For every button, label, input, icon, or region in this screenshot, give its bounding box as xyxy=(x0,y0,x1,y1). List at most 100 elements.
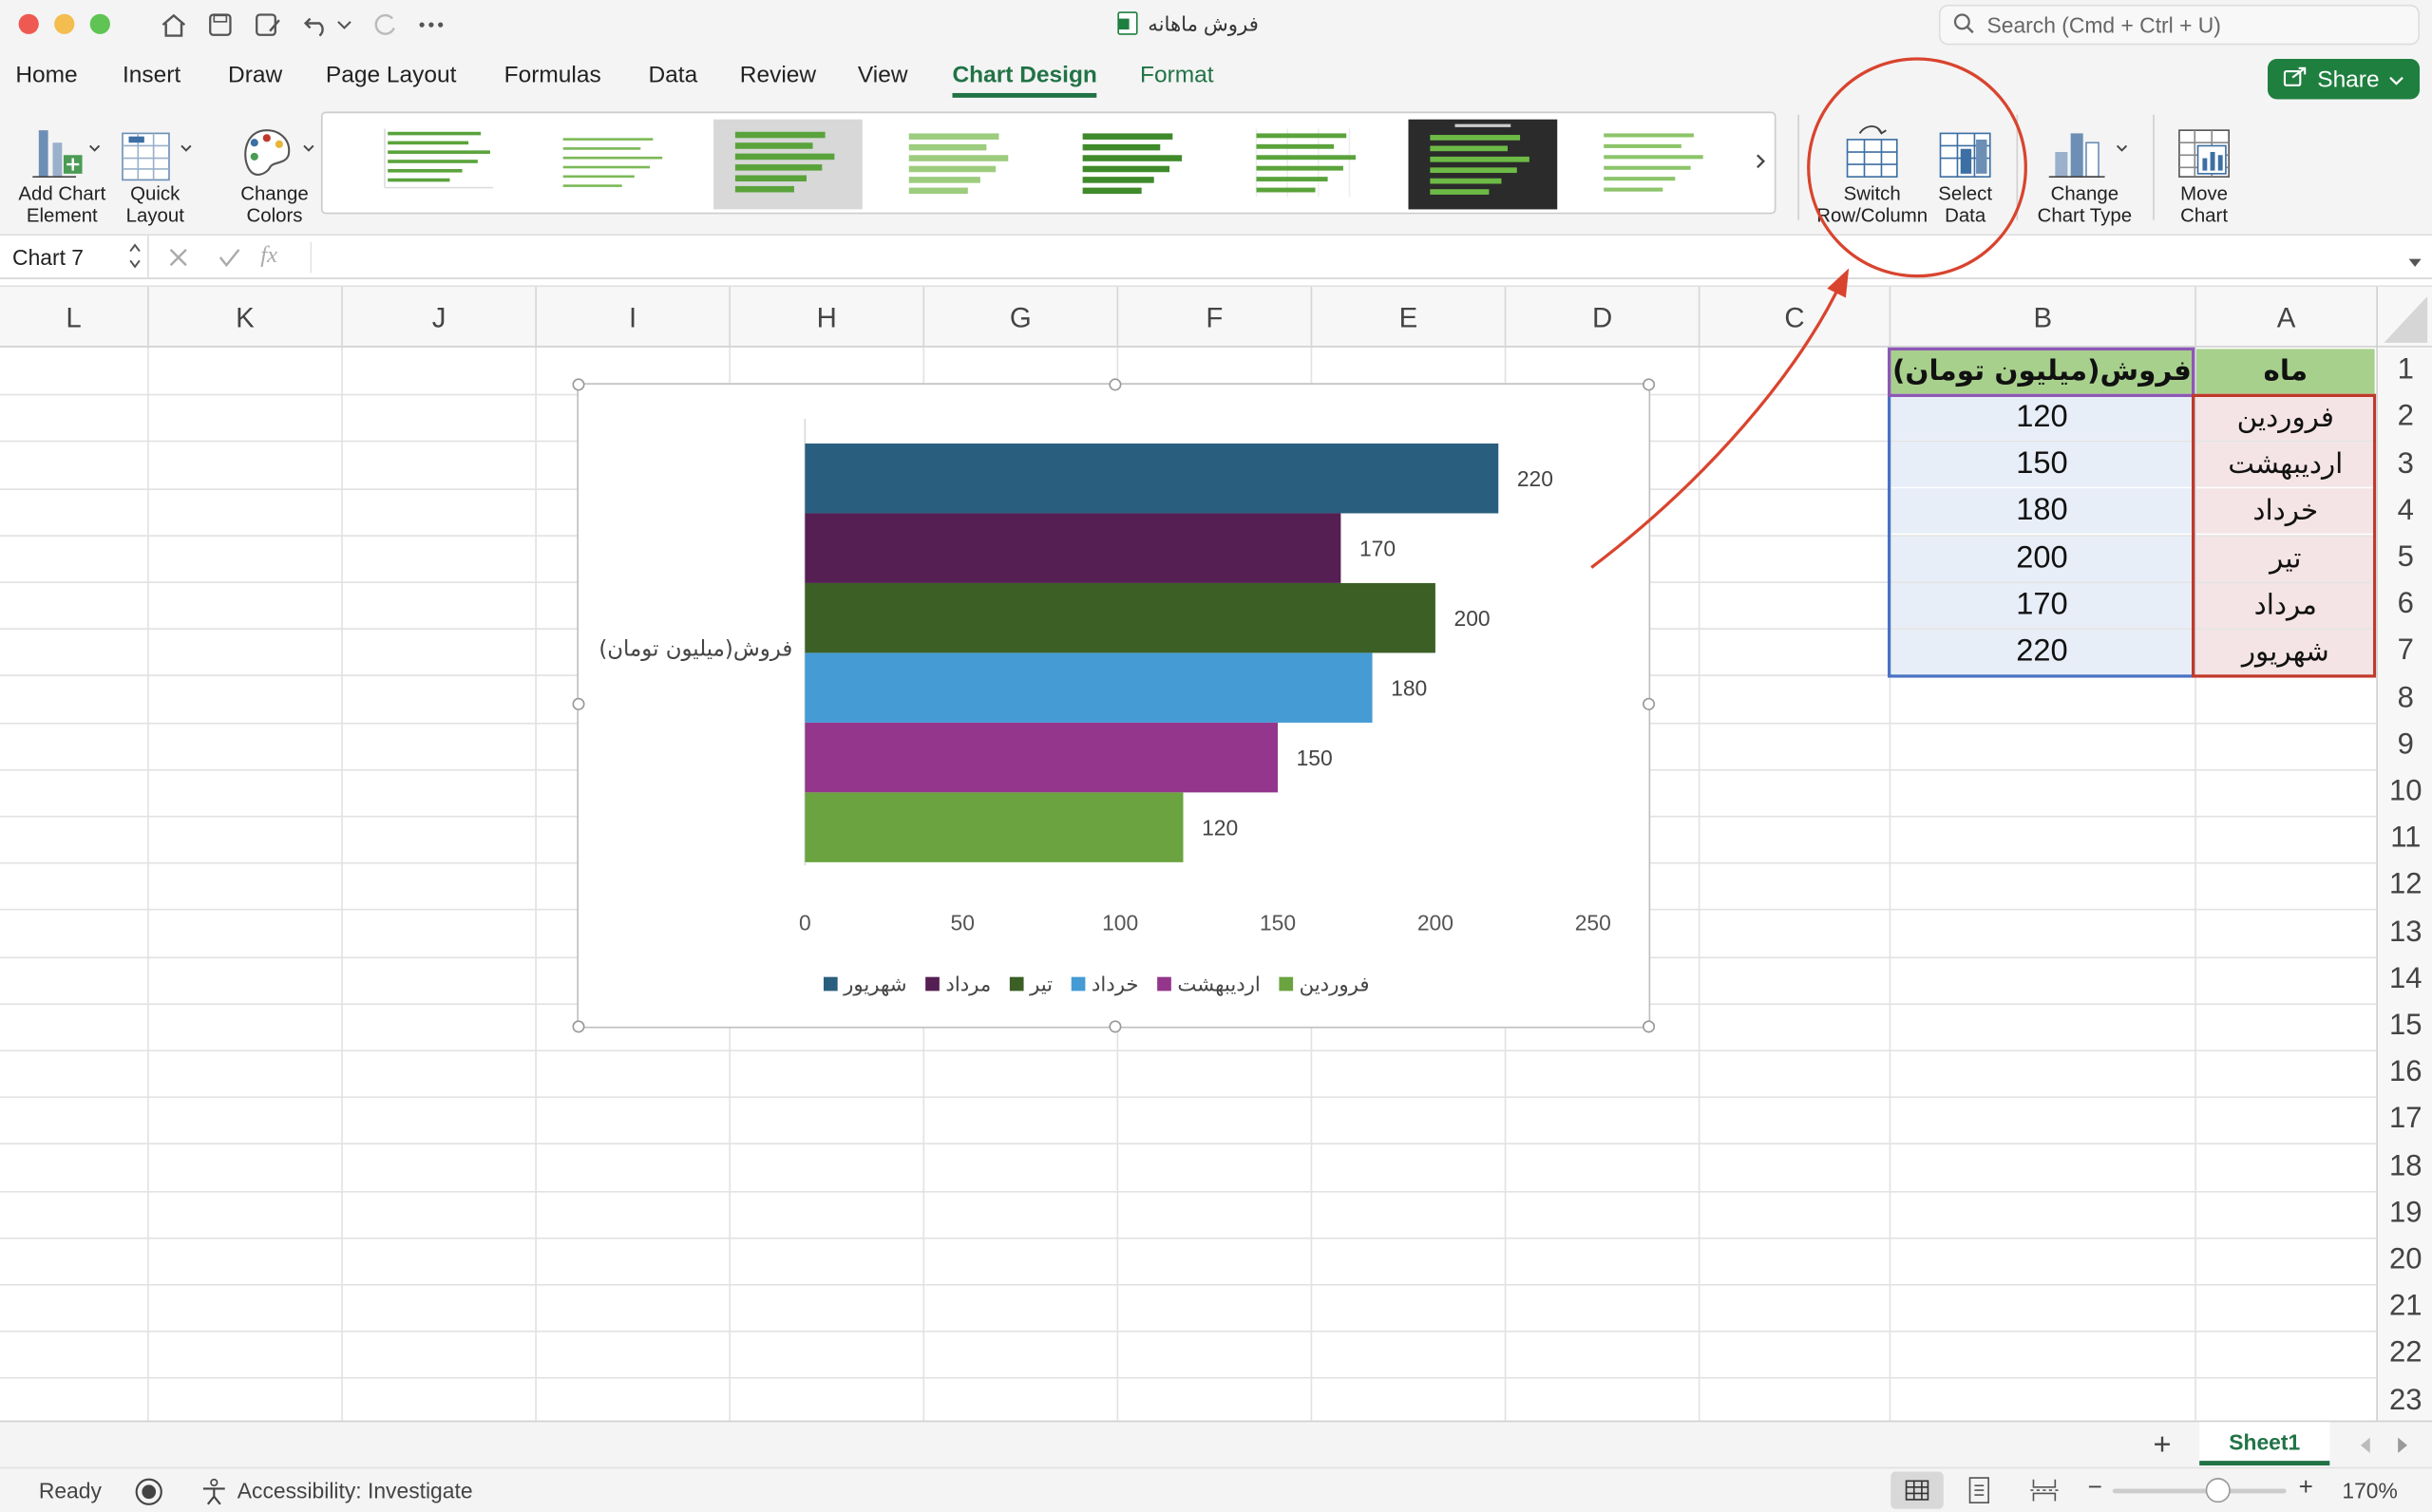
chart-style-2[interactable] xyxy=(541,119,691,210)
zoom-in-button[interactable]: + xyxy=(2299,1475,2313,1503)
bar-تیر[interactable] xyxy=(805,582,1435,653)
search-input[interactable]: Search (Cmd + Ctrl + U) xyxy=(1938,4,2421,46)
cell-b7[interactable]: 220 xyxy=(1890,629,2194,675)
legend-entry[interactable]: خرداد xyxy=(1092,973,1139,996)
macro-record-icon[interactable] xyxy=(133,1476,164,1512)
row-header-6[interactable]: 6 xyxy=(2378,581,2432,628)
chart-style-3[interactable] xyxy=(713,119,863,210)
row-header-9[interactable]: 9 xyxy=(2378,722,2432,768)
row-header-23[interactable]: 23 xyxy=(2378,1378,2432,1425)
column-header-l[interactable]: L xyxy=(0,287,147,349)
cell-b2[interactable]: 120 xyxy=(1890,395,2194,441)
column-header-g[interactable]: G xyxy=(922,287,1116,350)
accessibility-status[interactable]: Accessibility: Investigate xyxy=(238,1478,473,1503)
legend-entry[interactable]: اردیبهشت xyxy=(1177,973,1260,996)
row-header-21[interactable]: 21 xyxy=(2378,1284,2432,1331)
tab-draw[interactable]: Draw xyxy=(228,62,282,88)
change-chart-type-button[interactable]: Change Chart Type xyxy=(2025,115,2143,226)
undo-dropdown-icon[interactable] xyxy=(335,10,354,38)
accessibility-icon[interactable] xyxy=(199,1476,230,1512)
add-sheet-button[interactable]: + xyxy=(2140,1427,2184,1464)
column-header-j[interactable]: J xyxy=(341,287,535,350)
change-colors-button[interactable]: Change Colors xyxy=(226,115,322,226)
row-header-13[interactable]: 13 xyxy=(2378,909,2432,955)
column-header-e[interactable]: E xyxy=(1310,287,1505,350)
gallery-next-icon[interactable] xyxy=(1753,150,1768,180)
scroll-sheets-left-icon[interactable] xyxy=(2358,1434,2373,1462)
more-icon[interactable] xyxy=(416,10,447,38)
share-button[interactable]: Share xyxy=(2268,59,2421,100)
row-header-12[interactable]: 12 xyxy=(2378,862,2432,909)
row-header-1[interactable]: 1 xyxy=(2378,348,2432,394)
insert-function-button[interactable]: fx xyxy=(260,243,277,270)
bar-chart[interactable]: 220 170 200 180 150 120 0 50 100 150 200 250 شهریو… xyxy=(572,378,1656,1033)
tab-insert[interactable]: Insert xyxy=(123,62,180,88)
column-header-c[interactable]: C xyxy=(1698,287,1890,350)
page-layout-view-icon[interactable] xyxy=(1966,1476,1991,1508)
formula-input[interactable] xyxy=(310,241,2389,274)
cell-a5[interactable]: تیر xyxy=(2195,536,2375,582)
cell-b4[interactable]: 180 xyxy=(1890,488,2194,534)
chart-style-7[interactable] xyxy=(1408,119,1558,210)
row-header-3[interactable]: 3 xyxy=(2378,441,2432,487)
row-header-22[interactable]: 22 xyxy=(2378,1331,2432,1377)
close-window-button[interactable] xyxy=(18,13,39,34)
column-header-k[interactable]: K xyxy=(147,287,341,350)
cell-a3[interactable]: اردیبهشت xyxy=(2195,442,2375,487)
bar-فروردین[interactable] xyxy=(805,792,1184,862)
tab-chart-design[interactable]: Chart Design xyxy=(952,62,1097,98)
bar-مرداد[interactable] xyxy=(805,513,1341,583)
save-as-icon[interactable] xyxy=(253,10,284,38)
column-header-h[interactable]: H xyxy=(729,287,922,350)
zoom-out-button[interactable]: − xyxy=(2088,1475,2102,1503)
zoom-level[interactable]: 170% xyxy=(2342,1478,2397,1503)
column-header-a[interactable]: A xyxy=(2194,287,2376,350)
cell-a4[interactable]: خرداد xyxy=(2195,488,2375,534)
cell-b5[interactable]: 200 xyxy=(1890,536,2194,582)
row-header-11[interactable]: 11 xyxy=(2378,816,2432,862)
row-header-15[interactable]: 15 xyxy=(2378,1003,2432,1049)
normal-view-button[interactable] xyxy=(1890,1471,1944,1509)
tab-page-layout[interactable]: Page Layout xyxy=(326,62,457,88)
legend-entry[interactable]: تیر xyxy=(1029,973,1053,996)
tab-format[interactable]: Format xyxy=(1140,62,1214,88)
cell-b6[interactable]: 170 xyxy=(1890,582,2194,629)
row-header-4[interactable]: 4 xyxy=(2378,488,2432,535)
select-all-button[interactable] xyxy=(2376,287,2432,350)
tab-formulas[interactable]: Formulas xyxy=(504,62,601,88)
select-data-button[interactable]: Select Data xyxy=(1929,115,2001,226)
legend-entry[interactable]: مرداد xyxy=(945,973,991,996)
row-header-17[interactable]: 17 xyxy=(2378,1097,2432,1143)
column-header-d[interactable]: D xyxy=(1504,287,1699,350)
column-header-b[interactable]: B xyxy=(1889,287,2195,350)
row-header-10[interactable]: 10 xyxy=(2378,769,2432,816)
expand-formula-icon[interactable] xyxy=(2407,250,2422,277)
switch-row-column-button[interactable]: Switch Row/Column xyxy=(1814,115,1929,226)
tab-data[interactable]: Data xyxy=(648,62,697,88)
column-header-i[interactable]: I xyxy=(535,287,729,350)
tab-home[interactable]: Home xyxy=(15,62,77,88)
cell-b1[interactable]: فروش(میلیون تومان) xyxy=(1890,349,2194,394)
page-break-view-icon[interactable] xyxy=(2030,1476,2059,1508)
zoom-slider[interactable] xyxy=(2112,1488,2287,1494)
chart-style-4[interactable] xyxy=(886,119,1036,210)
row-header-7[interactable]: 7 xyxy=(2378,629,2432,675)
row-header-18[interactable]: 18 xyxy=(2378,1143,2432,1190)
cell-a2[interactable]: فروردین xyxy=(2195,395,2375,441)
bar-شهریور[interactable] xyxy=(805,443,1499,514)
row-header-14[interactable]: 14 xyxy=(2378,956,2432,1003)
row-header-19[interactable]: 19 xyxy=(2378,1190,2432,1237)
undo-icon[interactable] xyxy=(301,10,332,38)
row-header-16[interactable]: 16 xyxy=(2378,1049,2432,1096)
chart-style-5[interactable] xyxy=(1060,119,1210,210)
redo-icon[interactable] xyxy=(370,10,401,38)
tab-view[interactable]: View xyxy=(858,62,908,88)
legend-entry[interactable]: شهریور xyxy=(843,973,906,996)
row-header-8[interactable]: 8 xyxy=(2378,675,2432,722)
zoom-window-button[interactable] xyxy=(89,13,110,34)
quick-layout-button[interactable]: Quick Layout xyxy=(115,115,196,226)
cell-b3[interactable]: 150 xyxy=(1890,442,2194,487)
bar-اردیبهشت[interactable] xyxy=(805,722,1279,793)
cancel-icon[interactable] xyxy=(167,247,189,276)
enter-icon[interactable] xyxy=(218,247,242,276)
